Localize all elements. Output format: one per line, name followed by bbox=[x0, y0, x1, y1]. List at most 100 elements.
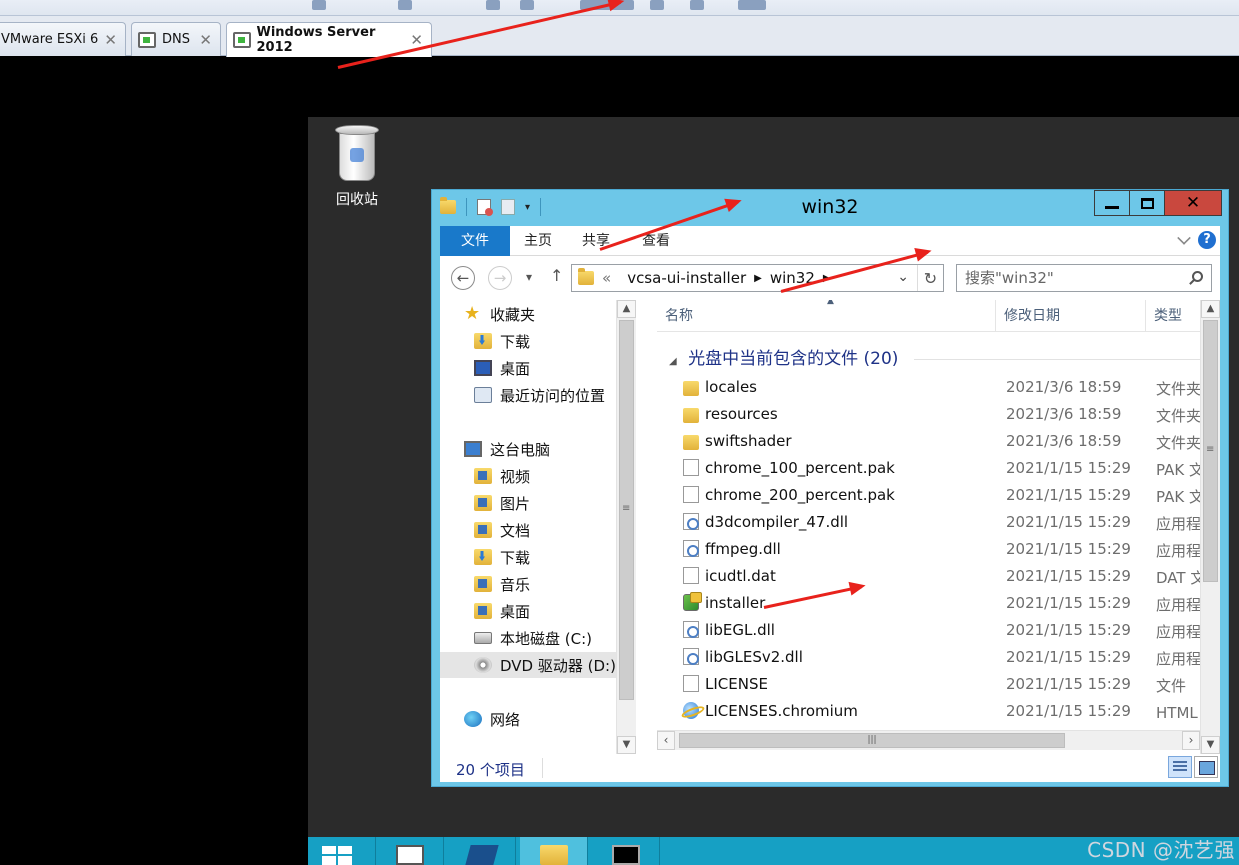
toolbar-icon[interactable] bbox=[486, 0, 500, 10]
nav-desktop[interactable]: 桌面 bbox=[474, 355, 530, 381]
scroll-right-button[interactable]: › bbox=[1182, 731, 1200, 750]
nav-downloads-pc[interactable]: 下载 bbox=[474, 544, 530, 570]
ribbon-tabs: 文件 主页 共享 查看 ? bbox=[440, 226, 1220, 256]
taskbar-command-prompt[interactable] bbox=[592, 837, 660, 865]
toolbar-icon[interactable] bbox=[312, 0, 326, 10]
file-row[interactable]: libGLESv2.dll 2021/1/15 15:29 应用程序扩展 bbox=[657, 644, 1200, 671]
nav-pane-scrollbar[interactable]: ▲ ≡ ▼ bbox=[616, 300, 636, 754]
file-type: 应用程序扩展 bbox=[1156, 623, 1200, 641]
help-icon[interactable]: ? bbox=[1198, 231, 1216, 249]
start-button[interactable] bbox=[308, 837, 376, 865]
customize-dropdown-icon[interactable]: ▾ bbox=[525, 202, 530, 213]
nav-this-pc[interactable]: 这台电脑 bbox=[464, 436, 550, 462]
nav-downloads[interactable]: 下载 bbox=[474, 328, 530, 354]
new-folder-icon[interactable] bbox=[501, 199, 515, 215]
toolbar-icon[interactable] bbox=[650, 0, 664, 10]
column-header-date[interactable]: 修改日期 bbox=[996, 300, 1146, 332]
forward-button[interactable]: → bbox=[488, 266, 512, 290]
file-row[interactable]: ffmpeg.dll 2021/1/15 15:29 应用程序扩展 bbox=[657, 536, 1200, 563]
quick-access-toolbar: ▾ bbox=[440, 197, 542, 216]
toolbar-icon[interactable] bbox=[520, 0, 534, 10]
file-name: libGLESv2.dll bbox=[705, 648, 803, 666]
tab-dns[interactable]: DNS ✕ bbox=[131, 22, 221, 56]
file-row[interactable]: LICENSE 2021/1/15 15:29 文件 bbox=[657, 671, 1200, 698]
file-row[interactable]: LICENSES.chromium 2021/1/15 15:29 HTML 文档 bbox=[657, 698, 1200, 725]
taskbar-powershell[interactable] bbox=[448, 837, 516, 865]
chevron-right-icon[interactable]: ▶ bbox=[754, 273, 762, 284]
file-row[interactable]: chrome_100_percent.pak 2021/1/15 15:29 PAK… bbox=[657, 455, 1200, 482]
tab-vmware-esxi[interactable]: VMware ESXi 6 ✕ bbox=[0, 22, 126, 56]
group-header[interactable]: ◢ 光盘中当前包含的文件 (20) bbox=[669, 344, 1200, 369]
nav-videos[interactable]: 视频 bbox=[474, 463, 530, 489]
nav-dvd-drive-d[interactable]: DVD 驱动器 (D:) V bbox=[440, 652, 636, 678]
tab-home[interactable]: 主页 bbox=[524, 226, 552, 256]
taskbar-file-explorer[interactable] bbox=[520, 837, 588, 865]
nav-pictures[interactable]: 图片 bbox=[474, 490, 530, 516]
details-view-button[interactable] bbox=[1168, 756, 1192, 778]
scroll-up-button[interactable]: ▲ bbox=[617, 300, 636, 318]
large-icons-view-button[interactable] bbox=[1194, 756, 1218, 778]
scrollbar-thumb[interactable]: ||| bbox=[679, 733, 1065, 748]
file-row[interactable]: locales 2021/3/6 18:59 文件夹 bbox=[657, 374, 1200, 401]
file-date: 2021/1/15 15:29 bbox=[1006, 540, 1131, 558]
search-input[interactable]: 搜索"win32" bbox=[956, 264, 1212, 292]
nav-music[interactable]: 音乐 bbox=[474, 571, 530, 597]
scroll-up-button[interactable]: ▲ bbox=[1201, 300, 1220, 318]
up-button[interactable]: ↑ bbox=[550, 266, 563, 285]
file-row[interactable]: d3dcompiler_47.dll 2021/1/15 15:29 应用程序扩展 bbox=[657, 509, 1200, 536]
nav-recent-places[interactable]: 最近访问的位置 bbox=[474, 382, 605, 408]
toolbar-icon[interactable] bbox=[690, 0, 704, 10]
close-icon[interactable]: ✕ bbox=[104, 31, 117, 49]
recycle-bin[interactable]: 回收站 bbox=[328, 125, 386, 209]
back-button[interactable]: ← bbox=[451, 266, 475, 290]
scroll-left-button[interactable]: ‹ bbox=[657, 731, 675, 750]
file-row[interactable]: resources 2021/3/6 18:59 文件夹 bbox=[657, 401, 1200, 428]
close-icon[interactable]: ✕ bbox=[199, 31, 212, 49]
toolbar-icon[interactable] bbox=[398, 0, 412, 10]
tab-share[interactable]: 共享 bbox=[582, 226, 610, 256]
collapse-icon[interactable]: ◢ bbox=[669, 356, 677, 367]
tab-file[interactable]: 文件 bbox=[440, 226, 510, 256]
scroll-down-button[interactable]: ▼ bbox=[1201, 736, 1220, 754]
address-overflow[interactable]: « bbox=[602, 269, 611, 287]
content-area: ★ 收藏夹 下载 桌面 最近访问的位置 这台电脑 视频 图片 文档 下载 音乐 桌… bbox=[440, 300, 1220, 754]
nav-local-disk-c[interactable]: 本地磁盘 (C:) bbox=[474, 625, 592, 651]
nav-documents[interactable]: 文档 bbox=[474, 517, 530, 543]
nav-network[interactable]: 网络 bbox=[464, 706, 520, 732]
nav-desktop-pc[interactable]: 桌面 bbox=[474, 598, 530, 624]
downloads-icon bbox=[474, 333, 492, 349]
minimize-button[interactable] bbox=[1094, 190, 1130, 216]
breadcrumb-vcsa-ui-installer[interactable]: vcsa-ui-installer bbox=[627, 269, 746, 287]
file-list-scrollbar[interactable]: ▲ ≡ ▼ bbox=[1200, 300, 1220, 754]
title-bar[interactable]: ▾ win32 ✕ bbox=[432, 190, 1228, 226]
expand-ribbon-icon[interactable] bbox=[1177, 231, 1191, 245]
toolbar-icon[interactable] bbox=[738, 0, 766, 10]
close-button[interactable]: ✕ bbox=[1164, 190, 1222, 216]
nav-favorites[interactable]: ★ 收藏夹 bbox=[464, 301, 535, 327]
horizontal-scrollbar[interactable]: ‹ ||| › bbox=[657, 730, 1200, 750]
maximize-icon bbox=[1140, 197, 1154, 209]
file-name: libEGL.dll bbox=[705, 621, 775, 639]
file-type: HTML 文档 bbox=[1156, 704, 1200, 722]
address-bar[interactable]: « vcsa-ui-installer ▶ win32 ▶ ⌄ ↻ bbox=[571, 264, 944, 292]
refresh-button[interactable]: ↻ bbox=[917, 265, 943, 291]
taskbar-server-manager[interactable] bbox=[376, 837, 444, 865]
sort-arrow-icon: ▲ bbox=[827, 300, 834, 306]
file-row[interactable]: libEGL.dll 2021/1/15 15:29 应用程序扩展 bbox=[657, 617, 1200, 644]
file-type: 应用程序扩展 bbox=[1156, 542, 1200, 560]
recent-locations-icon[interactable]: ▾ bbox=[526, 270, 532, 284]
file-type: 文件 bbox=[1156, 677, 1187, 695]
file-row[interactable]: installer 2021/1/15 15:29 应用程序 bbox=[657, 590, 1200, 617]
html-icon bbox=[683, 702, 699, 719]
maximize-button[interactable] bbox=[1129, 190, 1165, 216]
file-row[interactable]: swiftshader 2021/3/6 18:59 文件夹 bbox=[657, 428, 1200, 455]
scroll-down-button[interactable]: ▼ bbox=[617, 736, 636, 754]
file-type: 文件夹 bbox=[1156, 434, 1200, 452]
host-tab-bar: VMware ESXi 6 ✕ DNS ✕ Windows Server 201… bbox=[0, 16, 1239, 57]
column-header-type[interactable]: 类型 bbox=[1146, 300, 1200, 332]
chevron-down-icon[interactable]: ⌄ bbox=[897, 269, 909, 285]
properties-icon[interactable] bbox=[477, 199, 493, 216]
file-row[interactable]: icudtl.dat 2021/1/15 15:29 DAT 文件 bbox=[657, 563, 1200, 590]
file-row[interactable]: chrome_200_percent.pak 2021/1/15 15:29 PAK… bbox=[657, 482, 1200, 509]
search-icon[interactable] bbox=[1192, 271, 1203, 282]
